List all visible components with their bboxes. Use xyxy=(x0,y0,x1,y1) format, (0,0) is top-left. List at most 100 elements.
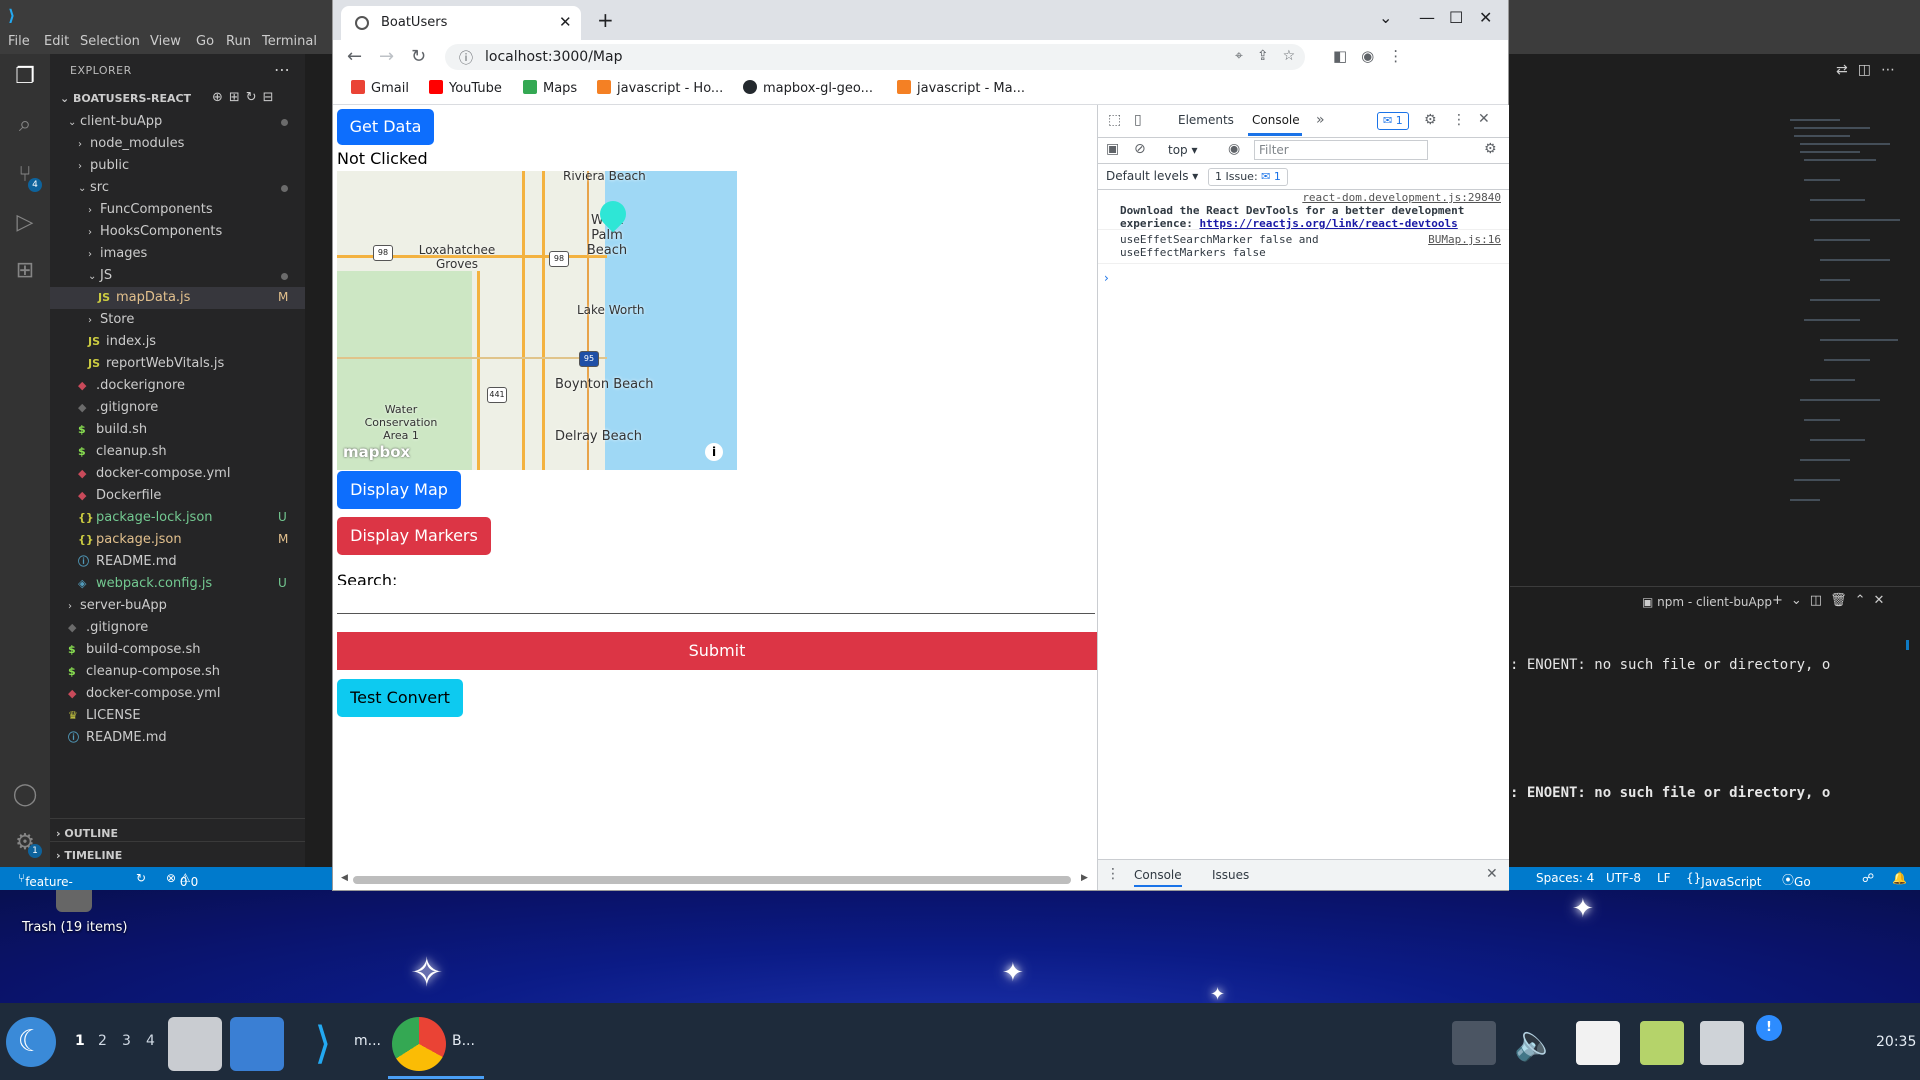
explorer-actions[interactable]: ⊕⊞↻⊟ xyxy=(212,90,280,105)
go-live-button[interactable]: ⦿ Go Live xyxy=(1782,871,1819,903)
feedback-icon[interactable]: ☍ xyxy=(1862,871,1874,885)
back-button[interactable]: ← xyxy=(347,46,362,67)
menu-view[interactable]: View xyxy=(150,34,181,49)
tree-item[interactable]: ♛ LICENSE xyxy=(68,705,141,727)
messages-badge[interactable]: ✉ 1 xyxy=(1377,112,1409,130)
tab-console[interactable]: Console xyxy=(1252,113,1300,127)
horizontal-scrollbar[interactable]: ◀ ▶ xyxy=(341,873,1091,885)
devtools-menu-icon[interactable]: ⋮ xyxy=(1452,112,1466,128)
sync-icon[interactable]: ↻ xyxy=(136,871,146,885)
mapbox-map[interactable]: Riviera Beach West Palm Beach Loxahatche… xyxy=(337,171,737,470)
language-status[interactable]: {} JavaScript xyxy=(1686,871,1761,889)
get-data-button[interactable]: Get Data xyxy=(337,109,434,145)
editor-actions[interactable]: ⇄◫⋯ xyxy=(1836,62,1905,78)
timeline-section[interactable]: › TIMELINE xyxy=(56,849,122,862)
chrome-task-label[interactable]: B... xyxy=(452,1033,475,1049)
eject-icon[interactable] xyxy=(1452,1021,1496,1065)
device-toolbar-icon[interactable]: ▯ xyxy=(1134,112,1142,128)
workspace-1[interactable]: 1 xyxy=(75,1033,85,1049)
tree-item[interactable]: › images xyxy=(88,243,147,265)
terminal-controls[interactable]: +⌄◫🗑⌃✕ xyxy=(1772,593,1892,608)
tree-item[interactable]: $ cleanup-compose.sh xyxy=(68,661,220,683)
menu-edit[interactable]: Edit xyxy=(44,34,69,49)
log-source-link[interactable]: react-dom.development.js:29840 xyxy=(1302,191,1501,204)
display-map-button[interactable]: Display Map xyxy=(337,471,461,509)
log-source-link[interactable]: BUMap.js:16 xyxy=(1428,233,1501,246)
search-icon[interactable]: ⌕ xyxy=(12,112,38,138)
workspace-3[interactable]: 3 xyxy=(122,1033,131,1049)
vscode-task-label[interactable]: m... xyxy=(354,1033,381,1049)
more-actions-icon[interactable]: ⋯ xyxy=(274,60,290,79)
bookmark-gmail[interactable]: Gmail xyxy=(351,80,409,96)
log-levels-dropdown[interactable]: Default levels ▾ xyxy=(1106,169,1198,183)
trash-icon[interactable] xyxy=(56,890,92,912)
bookmark-stackoverflow-2[interactable]: javascript - Ma... xyxy=(897,80,1025,96)
reload-button[interactable]: ↻ xyxy=(411,46,426,67)
extensions-icon[interactable]: ⊞ xyxy=(12,258,38,284)
workspace-root[interactable]: ⌄ BOATUSERS-REACT xyxy=(60,92,191,105)
outline-section[interactable]: › OUTLINE xyxy=(56,827,118,840)
context-selector[interactable]: top ▾ xyxy=(1168,143,1198,157)
account-icon[interactable]: ◯ xyxy=(12,782,38,808)
tree-item[interactable]: ◆ .gitignore xyxy=(78,397,158,419)
tree-item[interactable]: ◆ .dockerignore xyxy=(78,375,185,397)
tree-item[interactable]: ⌄ JS xyxy=(88,265,112,287)
close-drawer-icon[interactable]: ✕ xyxy=(1486,866,1498,882)
workspace-2[interactable]: 2 xyxy=(98,1033,107,1049)
files-app-icon[interactable] xyxy=(168,1017,222,1071)
tree-item[interactable]: JS index.js xyxy=(88,331,156,353)
encoding-status[interactable]: UTF-8 xyxy=(1606,871,1641,885)
tree-item[interactable]: › node_modules xyxy=(78,133,184,155)
live-expression-eye-icon[interactable]: ◉ xyxy=(1228,141,1240,157)
folder-app-icon[interactable] xyxy=(230,1017,284,1071)
tree-item[interactable]: ⓘ README.md xyxy=(78,551,177,573)
bookmark-maps[interactable]: Maps xyxy=(523,80,577,96)
test-convert-button[interactable]: Test Convert xyxy=(337,679,463,717)
tree-item[interactable]: ◆ Dockerfile xyxy=(78,485,161,507)
mapbox-logo[interactable]: mapbox xyxy=(343,443,410,461)
tree-item[interactable]: JS mapData.js xyxy=(98,287,190,309)
display-markers-button[interactable]: Display Markers xyxy=(337,517,491,555)
tab-boatusers[interactable]: BoatUsers ✕ xyxy=(341,6,581,40)
tree-item[interactable]: ◆ docker-compose.yml xyxy=(68,683,220,705)
problems-status[interactable]: ⊗ 0 ⚠ 0 xyxy=(166,871,198,889)
close-devtools-icon[interactable]: ✕ xyxy=(1478,111,1490,127)
bookmark-stackoverflow-1[interactable]: javascript - Ho... xyxy=(597,80,723,96)
tree-item[interactable]: ⌄ src xyxy=(78,177,109,199)
workspace-4[interactable]: 4 xyxy=(146,1033,155,1049)
tree-item[interactable]: $ cleanup.sh xyxy=(78,441,167,463)
tree-item[interactable]: $ build-compose.sh xyxy=(68,639,201,661)
bookmark-youtube[interactable]: YouTube xyxy=(429,80,502,96)
eol-status[interactable]: LF xyxy=(1657,871,1671,885)
map-attribution-info-icon[interactable]: i xyxy=(705,443,723,461)
trash-label[interactable]: Trash (19 items) xyxy=(22,920,127,935)
menu-selection[interactable]: Selection xyxy=(80,34,140,49)
tree-item[interactable]: {} package-lock.json xyxy=(78,507,213,529)
minimize-button[interactable]: — xyxy=(1419,8,1435,27)
inspect-element-icon[interactable]: ⬚ xyxy=(1108,112,1121,128)
devtools-link[interactable]: https://reactjs.org/link/react-devtools xyxy=(1199,217,1457,230)
run-debug-icon[interactable]: ▷ xyxy=(12,210,38,236)
tab-elements[interactable]: Elements xyxy=(1178,113,1234,127)
menu-terminal[interactable]: Terminal xyxy=(262,34,317,49)
clear-console-icon[interactable]: ⊘ xyxy=(1134,141,1146,157)
search-input[interactable] xyxy=(337,585,1095,614)
terminal-selector[interactable]: ▣ npm - client-buApp xyxy=(1642,595,1772,609)
drawer-tab-console[interactable]: Console xyxy=(1134,868,1182,887)
clock[interactable]: 20:35 xyxy=(1876,1034,1916,1050)
vscode-app-icon[interactable]: ⟩ xyxy=(296,1017,350,1071)
chrome-app-icon[interactable] xyxy=(392,1017,446,1071)
notifications-bell-icon[interactable]: 🔔 xyxy=(1892,871,1907,885)
console-filter-input[interactable]: Filter xyxy=(1254,140,1428,160)
tree-item[interactable]: {} package.json xyxy=(78,529,182,551)
maximize-button[interactable]: ☐ xyxy=(1449,8,1463,27)
submit-button[interactable]: Submit xyxy=(337,632,1097,670)
tree-item[interactable]: › FuncComponents xyxy=(88,199,213,221)
close-window-button[interactable]: ✕ xyxy=(1479,8,1492,27)
scroll-right-icon[interactable]: ▶ xyxy=(1081,873,1088,883)
tree-item[interactable]: › server-buApp xyxy=(68,595,167,617)
notification-icon[interactable]: ! xyxy=(1756,1015,1782,1041)
drawer-menu-icon[interactable]: ⋮ xyxy=(1106,866,1120,882)
tree-item[interactable]: ⓘ README.md xyxy=(68,727,167,749)
tree-item[interactable]: $ build.sh xyxy=(78,419,147,441)
